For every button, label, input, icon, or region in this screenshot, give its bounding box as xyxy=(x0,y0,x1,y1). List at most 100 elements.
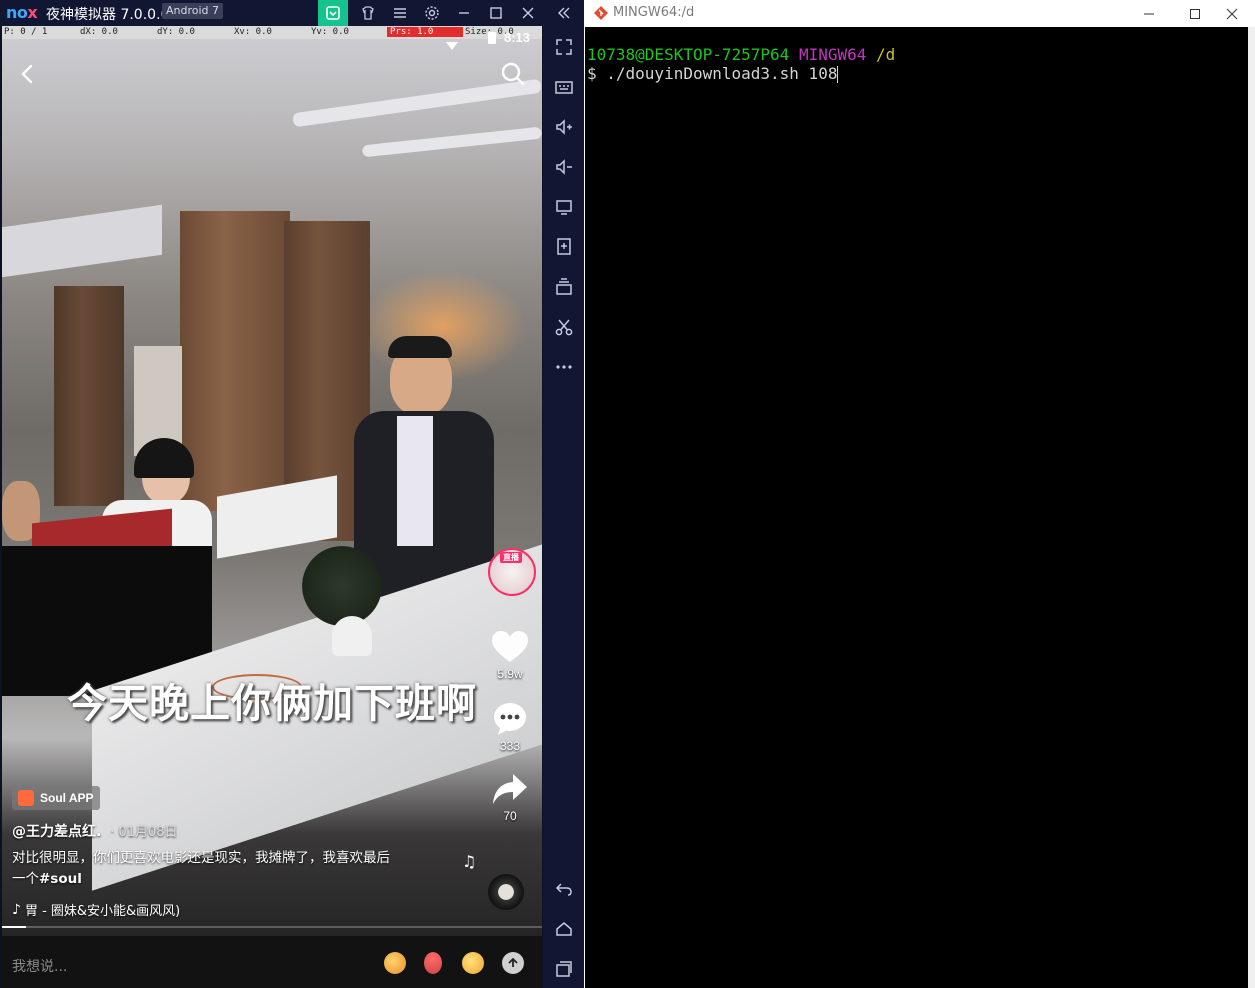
description-text: 一个 xyxy=(12,871,39,887)
sponsor-tag[interactable]: Soul APP xyxy=(12,786,100,810)
shirt-skin-icon xyxy=(362,6,374,20)
multi-instance-button[interactable] xyxy=(543,272,584,302)
heart-icon xyxy=(492,631,528,662)
fullscreen-button[interactable] xyxy=(543,32,584,62)
close-icon xyxy=(522,7,534,19)
music-note-icon: ♪ xyxy=(12,901,21,918)
more-button[interactable] xyxy=(543,352,584,382)
hashtag-link[interactable]: #soul xyxy=(39,871,82,887)
menu-icon xyxy=(394,8,406,18)
gear-icon xyxy=(425,6,439,20)
overlay-dy: dY: 0.0 xyxy=(157,27,195,37)
close-button[interactable] xyxy=(513,0,543,26)
volume-up-icon xyxy=(555,119,572,135)
prompt-path: /d xyxy=(876,45,896,64)
video-description: 对比很明显，你们更喜欢电影还是现实，我摊牌了，我喜欢最后 一个#soul xyxy=(12,848,452,890)
terminal-titlebar[interactable]: MINGW64:/d xyxy=(585,0,1255,27)
headphone-icon: ♫ xyxy=(462,852,477,871)
scissors-icon xyxy=(555,319,572,336)
battery-icon xyxy=(488,32,496,44)
soul-app-icon xyxy=(18,790,34,806)
search-icon xyxy=(501,62,525,86)
video-progress-fill xyxy=(2,926,26,928)
author-name[interactable]: @王力差点红. xyxy=(12,824,101,840)
plant-pot xyxy=(332,616,372,656)
fullscreen-icon xyxy=(555,39,572,55)
arrow-up-icon xyxy=(508,957,518,967)
chevron-left-icon xyxy=(21,64,33,84)
video-progress-track[interactable] xyxy=(2,926,542,928)
android-home-button[interactable] xyxy=(543,914,584,944)
terminal-title: MINGW64:/d xyxy=(613,5,695,20)
volume-up-button[interactable] xyxy=(543,112,584,142)
send-button[interactable] xyxy=(502,952,524,974)
screen-icon xyxy=(555,200,572,215)
maximize-icon xyxy=(1190,8,1200,19)
apk-install-button[interactable] xyxy=(543,232,584,262)
share-arrow-icon xyxy=(493,774,527,804)
git-bash-icon xyxy=(593,5,609,25)
keyboard-icon xyxy=(554,81,573,94)
android-recent-button[interactable] xyxy=(543,954,584,984)
mouse-ibeam-cursor: I xyxy=(1229,970,1234,986)
ceiling-duct xyxy=(2,204,162,278)
collapse-sidebar-button[interactable] xyxy=(549,0,579,26)
rose-emoji-icon[interactable] xyxy=(424,952,442,974)
video-subtitle: 今天晚上你俩加下班啊 xyxy=(67,681,477,727)
share-button[interactable]: 70 xyxy=(480,772,540,823)
music-disc[interactable] xyxy=(488,874,524,910)
terminal-close-button[interactable] xyxy=(1209,0,1255,27)
prompt-user: 10738@DESKTOP-7257P64 xyxy=(587,45,790,64)
recent-apps-icon xyxy=(555,961,572,977)
android-screen[interactable]: P: 0 / 1 dX: 0.0 dY: 0.0 Xv: 0.0 Yv: 0.0… xyxy=(2,26,542,988)
nox-logo: nox xyxy=(6,3,38,22)
nox-side-toolbar xyxy=(543,26,584,988)
plant xyxy=(302,546,382,626)
thumbs-up-emoji-icon[interactable] xyxy=(384,952,406,974)
comment-input[interactable]: 我想说... xyxy=(12,956,67,976)
music-row[interactable]: ♪ 胃 - 圈妹&安小能&画风风) xyxy=(12,900,181,920)
ceiling-pipe xyxy=(361,126,542,158)
settings-button[interactable] xyxy=(417,0,447,26)
volume-down-button[interactable] xyxy=(543,152,584,182)
overlay-pointer-count: P: 0 / 1 xyxy=(4,27,48,37)
sponsor-tag-label: Soul APP xyxy=(40,791,94,805)
wifi-icon xyxy=(446,36,458,55)
overlay-yv: Yv: 0.0 xyxy=(311,27,349,37)
prompt-symbol: $ xyxy=(587,64,607,83)
man-hair xyxy=(388,336,452,358)
android-back-button[interactable] xyxy=(543,874,584,904)
mingw64-terminal-window[interactable]: MINGW64:/d 10738@DESKTOP-7257P64 MINGW64… xyxy=(585,0,1255,988)
back-button[interactable] xyxy=(14,60,42,88)
maximize-button[interactable] xyxy=(481,0,511,26)
nox-emulator-window: nox 夜神模拟器 7.0.0.6 Android 7 P: 0 / 1 dX:… xyxy=(0,0,584,988)
minimize-button[interactable] xyxy=(449,0,479,26)
keyboard-button[interactable] xyxy=(543,72,584,102)
command-text: ./douyinDownload3.sh 108 xyxy=(606,64,838,83)
music-title: 胃 - 圈妹&安小能&画风风) xyxy=(24,904,181,919)
screenshot-button[interactable] xyxy=(543,312,584,342)
man-shirt xyxy=(397,416,433,546)
status-time: 8:13 xyxy=(504,30,531,45)
volume-down-icon xyxy=(555,159,572,175)
terminal-scrollbar[interactable] xyxy=(1248,27,1255,988)
menu-button[interactable] xyxy=(385,0,415,26)
pointer-location-overlay: P: 0 / 1 dX: 0.0 dY: 0.0 Xv: 0.0 Yv: 0.0… xyxy=(2,26,542,39)
terminal-minimize-button[interactable] xyxy=(1126,0,1172,27)
prompt-env: MINGW64 xyxy=(798,45,867,64)
terminal-command-line[interactable]: $ ./douyinDownload3.sh 108 xyxy=(587,64,839,83)
comment-bar: 我想说... xyxy=(2,936,542,988)
post-date: · 01月08日 xyxy=(110,825,178,840)
skin-button[interactable] xyxy=(353,0,383,26)
laugh-emoji-icon[interactable] xyxy=(462,952,484,974)
description-line-1: 对比很明显，你们更喜欢电影还是现实，我摊牌了，我喜欢最后 xyxy=(12,850,390,866)
screen-button[interactable] xyxy=(543,192,584,222)
live-badge: 直播 xyxy=(500,552,522,563)
nox-titlebar[interactable]: nox 夜神模拟器 7.0.0.6 Android 7 xyxy=(0,0,584,26)
home-icon xyxy=(555,922,572,936)
overlay-xv: Xv: 0.0 xyxy=(234,27,272,37)
apk-install-icon xyxy=(556,238,571,255)
notification-button[interactable] xyxy=(318,0,348,26)
live-avatar[interactable]: 直播 xyxy=(488,548,536,596)
search-button[interactable] xyxy=(499,60,527,88)
